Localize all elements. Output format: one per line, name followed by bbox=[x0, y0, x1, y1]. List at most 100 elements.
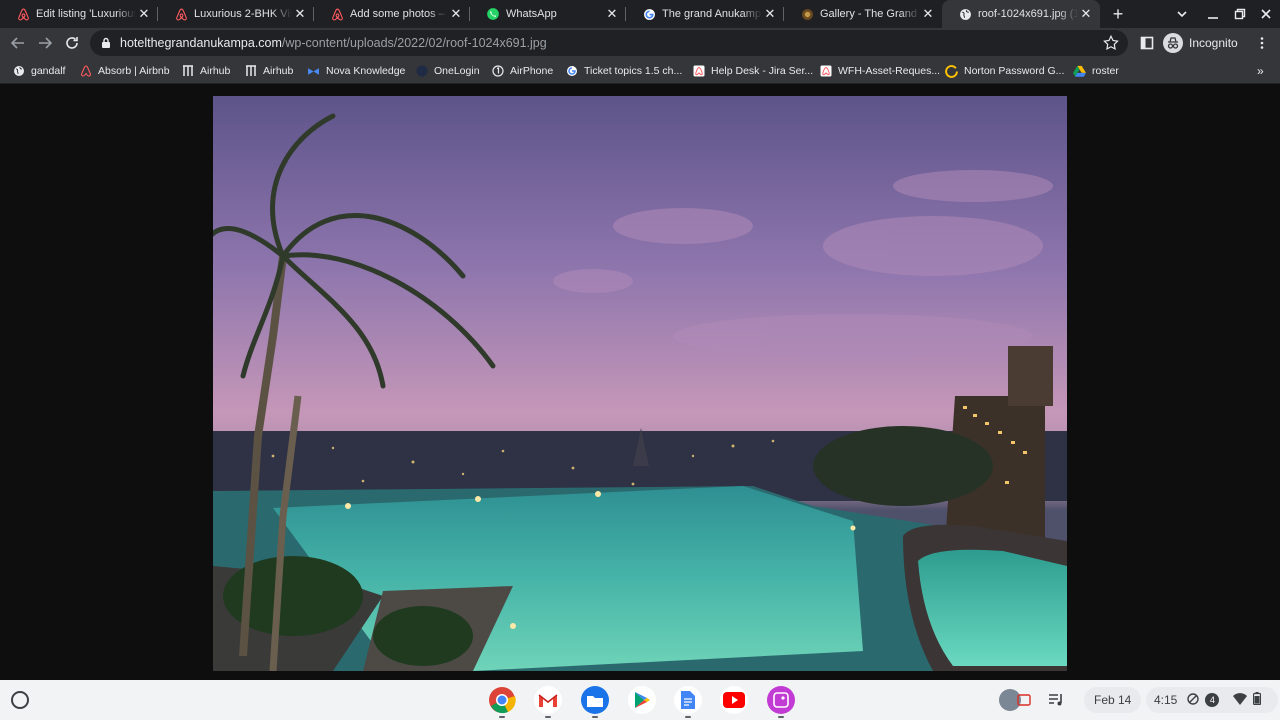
running-indicator bbox=[778, 716, 784, 718]
restore-icon[interactable] bbox=[1230, 4, 1250, 24]
bookmark-star-icon[interactable] bbox=[1102, 34, 1120, 52]
onelogin-icon bbox=[415, 65, 428, 78]
bookmark-label: Airhub bbox=[200, 65, 231, 77]
incognito-indicator[interactable]: Incognito bbox=[1163, 31, 1238, 55]
tab-roof-image[interactable]: roof-1024x691.jpg (1024×691) ✕ bbox=[942, 0, 1100, 28]
airbnb-icon bbox=[16, 7, 30, 21]
tab-search-chevron-icon[interactable] bbox=[1172, 4, 1192, 24]
norton-icon bbox=[945, 64, 958, 78]
back-arrow-icon[interactable] bbox=[8, 33, 28, 53]
tab-title: The grand Anukampa – Google Search bbox=[662, 8, 762, 20]
tab-gallery[interactable]: Gallery - The Grand Anukampa ✕ bbox=[784, 0, 942, 28]
date-label: Feb 14 bbox=[1094, 693, 1132, 707]
airhub-icon bbox=[181, 65, 194, 78]
bookmarks-overflow-button[interactable]: » bbox=[1257, 63, 1264, 79]
bookmark-label: Absorb | Airbnb bbox=[98, 65, 170, 77]
incognito-icon bbox=[1163, 33, 1183, 53]
running-indicator bbox=[499, 716, 505, 718]
tab-title: Gallery - The Grand Anukampa bbox=[820, 8, 920, 20]
bookmark-wfh-asset[interactable]: WFH-Asset-Reques... bbox=[819, 63, 940, 79]
running-indicator bbox=[545, 716, 551, 718]
close-icon[interactable]: ✕ bbox=[448, 6, 464, 22]
tab-google-search[interactable]: The grand Anukampa – Google Search ✕ bbox=[626, 0, 784, 28]
minimize-icon[interactable] bbox=[1203, 4, 1223, 24]
date-chip[interactable]: Feb 14 bbox=[1084, 687, 1142, 713]
running-indicator bbox=[685, 716, 691, 718]
rooftop-pool-photo[interactable] bbox=[213, 96, 1067, 671]
lock-icon bbox=[102, 37, 110, 48]
docs-icon[interactable] bbox=[674, 686, 702, 718]
bookmark-roster[interactable]: roster bbox=[1073, 63, 1119, 79]
chrome-icon[interactable] bbox=[488, 686, 516, 718]
user-avatar[interactable] bbox=[998, 687, 1032, 713]
tab-strip: Edit listing 'Luxurious 2-BHK Villa' ✕ L… bbox=[0, 0, 1280, 28]
jira-icon bbox=[692, 65, 705, 78]
bookmark-label: roster bbox=[1092, 65, 1119, 77]
bookmark-absorb[interactable]: Absorb | Airbnb bbox=[79, 63, 170, 79]
airhub-icon bbox=[244, 65, 257, 78]
battery-icon bbox=[1253, 692, 1262, 708]
bookmark-label: AirPhone bbox=[510, 65, 554, 77]
airbnb-icon bbox=[174, 7, 188, 21]
browser-toolbar: hotelthegrandanukampa.com/wp-content/upl… bbox=[0, 28, 1280, 58]
url-path: /wp-content/uploads/2022/02/roof-1024x69… bbox=[281, 36, 547, 50]
bookmark-airhub-2[interactable]: Airhub bbox=[244, 63, 293, 79]
tab-title: roof-1024x691.jpg (1024×691) bbox=[978, 8, 1078, 20]
bookmark-norton[interactable]: Norton Password G... bbox=[945, 63, 1064, 79]
url-domain: hotelthegrandanukampa.com bbox=[120, 36, 282, 50]
gmail-icon[interactable] bbox=[534, 686, 562, 718]
tab-villa[interactable]: Luxurious 2-BHK Villa with pool ✕ bbox=[158, 0, 314, 28]
more-menu-icon[interactable] bbox=[1252, 33, 1272, 53]
close-icon[interactable]: ✕ bbox=[136, 6, 152, 22]
running-indicator bbox=[592, 716, 598, 718]
reload-icon[interactable] bbox=[62, 33, 82, 53]
bookmark-help-desk[interactable]: Help Desk - Jira Ser... bbox=[692, 63, 813, 79]
play-store-icon[interactable] bbox=[628, 686, 656, 714]
airphone-icon bbox=[491, 65, 504, 78]
drive-icon bbox=[1073, 65, 1086, 78]
tab-whatsapp[interactable]: WhatsApp ✕ bbox=[470, 0, 626, 28]
system-shelf: Feb 14 4:15 4 bbox=[0, 680, 1280, 720]
window-close-icon[interactable] bbox=[1256, 4, 1276, 24]
files-icon[interactable] bbox=[581, 686, 609, 718]
tab-edit-listing[interactable]: Edit listing 'Luxurious 2-BHK Villa' ✕ bbox=[0, 0, 158, 28]
status-area[interactable]: 4:15 4 bbox=[1146, 687, 1278, 713]
youtube-icon[interactable] bbox=[720, 686, 748, 714]
globe-icon bbox=[12, 65, 25, 78]
playlist-icon[interactable] bbox=[1048, 687, 1064, 713]
gallery-icon[interactable] bbox=[767, 686, 795, 718]
airbnb-icon bbox=[79, 65, 92, 78]
launcher-icon[interactable] bbox=[11, 691, 29, 709]
airbnb-icon bbox=[330, 7, 344, 21]
side-panel-icon[interactable] bbox=[1137, 33, 1157, 53]
bookmark-nova[interactable]: Nova Knowledge bbox=[307, 63, 405, 79]
bookmark-label: Nova Knowledge bbox=[326, 65, 406, 77]
bookmark-airhub-1[interactable]: Airhub bbox=[181, 63, 230, 79]
google-icon bbox=[565, 65, 578, 78]
bookmarks-bar: gandalf Absorb | Airbnb Airhub Airhub No… bbox=[0, 58, 1280, 84]
time-label: 4:15 bbox=[1154, 693, 1178, 707]
bookmark-label: Ticket topics 1.5 ch... bbox=[584, 65, 683, 77]
tab-title: Luxurious 2-BHK Villa with pool bbox=[194, 8, 292, 20]
jira-icon bbox=[819, 65, 832, 78]
forward-arrow-icon[interactable] bbox=[35, 33, 55, 53]
globe-icon bbox=[958, 7, 972, 21]
close-icon[interactable]: ✕ bbox=[1078, 6, 1094, 22]
bookmark-ticket-topics[interactable]: Ticket topics 1.5 ch... bbox=[565, 63, 682, 79]
address-bar[interactable]: hotelthegrandanukampa.com/wp-content/upl… bbox=[90, 30, 1128, 56]
close-icon[interactable]: ✕ bbox=[604, 6, 620, 22]
bookmark-gandalf[interactable]: gandalf bbox=[12, 63, 65, 79]
bookmark-label: WFH-Asset-Reques... bbox=[838, 65, 941, 77]
bookmark-label: OneLogin bbox=[434, 65, 480, 77]
bookmark-onelogin[interactable]: OneLogin bbox=[415, 63, 480, 79]
close-icon[interactable]: ✕ bbox=[920, 6, 936, 22]
bookmark-label: gandalf bbox=[31, 65, 66, 77]
tab-add-photos[interactable]: Add some photos – Airbnb ✕ bbox=[314, 0, 470, 28]
hotel-icon bbox=[800, 7, 814, 21]
tab-title: Edit listing 'Luxurious 2-BHK Villa' bbox=[36, 8, 136, 20]
close-icon[interactable]: ✕ bbox=[762, 6, 778, 22]
bookmark-airphone[interactable]: AirPhone bbox=[491, 63, 553, 79]
new-tab-icon[interactable]: + bbox=[1108, 4, 1128, 24]
google-icon bbox=[642, 7, 656, 21]
close-icon[interactable]: ✕ bbox=[292, 6, 308, 22]
